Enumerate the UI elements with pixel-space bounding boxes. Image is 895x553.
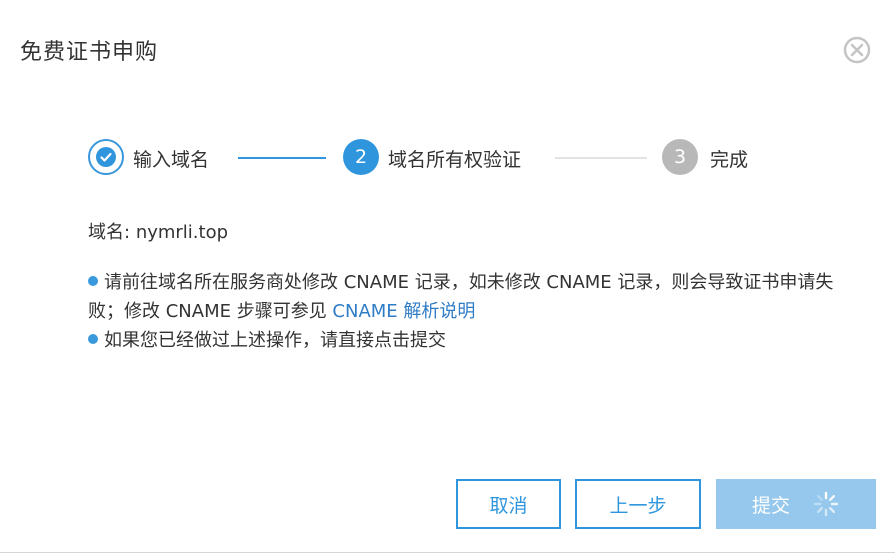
submit-button[interactable]: 提交 [716, 479, 876, 529]
bullet-icon [88, 334, 98, 344]
step-3-indicator: 3 [662, 139, 698, 175]
close-icon[interactable] [843, 36, 871, 64]
loading-spinner-icon [813, 491, 839, 517]
domain-row: 域名: nymrli.top [88, 218, 228, 244]
note-2-text: 如果您已经做过上述操作，请直接点击提交 [104, 330, 446, 351]
domain-value: nymrli.top [135, 222, 229, 243]
step-connector-1 [238, 157, 326, 159]
step-2-label: 域名所有权验证 [388, 149, 522, 171]
previous-step-button[interactable]: 上一步 [575, 479, 701, 529]
check-icon [96, 147, 116, 167]
domain-label: 域名: [88, 222, 131, 243]
progress-steps: 输入域名 2 域名所有权验证 3 完成 [88, 139, 788, 175]
note-item-2: 如果您已经做过上述操作，请直接点击提交 [88, 326, 858, 355]
certificate-purchase-dialog: 免费证书申购 输入域名 2 域名所有权验证 3 完成 域名: nymrli.to… [0, 0, 895, 553]
bullet-icon [88, 276, 98, 286]
note-item-1: 请前往域名所在服务商处修改 CNAME 记录，如未修改 CNAME 记录，则会导… [88, 268, 858, 326]
cname-guide-link[interactable]: CNAME 解析说明 [332, 301, 475, 322]
instructions: 请前往域名所在服务商处修改 CNAME 记录，如未修改 CNAME 记录，则会导… [88, 268, 858, 355]
submit-label: 提交 [751, 494, 790, 517]
dialog-title: 免费证书申购 [20, 40, 159, 65]
step-connector-2 [555, 157, 647, 159]
step-1-indicator [88, 139, 124, 175]
step-1-label: 输入域名 [133, 149, 210, 171]
cancel-button[interactable]: 取消 [456, 479, 561, 529]
step-3-label: 完成 [710, 149, 749, 171]
step-2-indicator: 2 [343, 139, 379, 175]
